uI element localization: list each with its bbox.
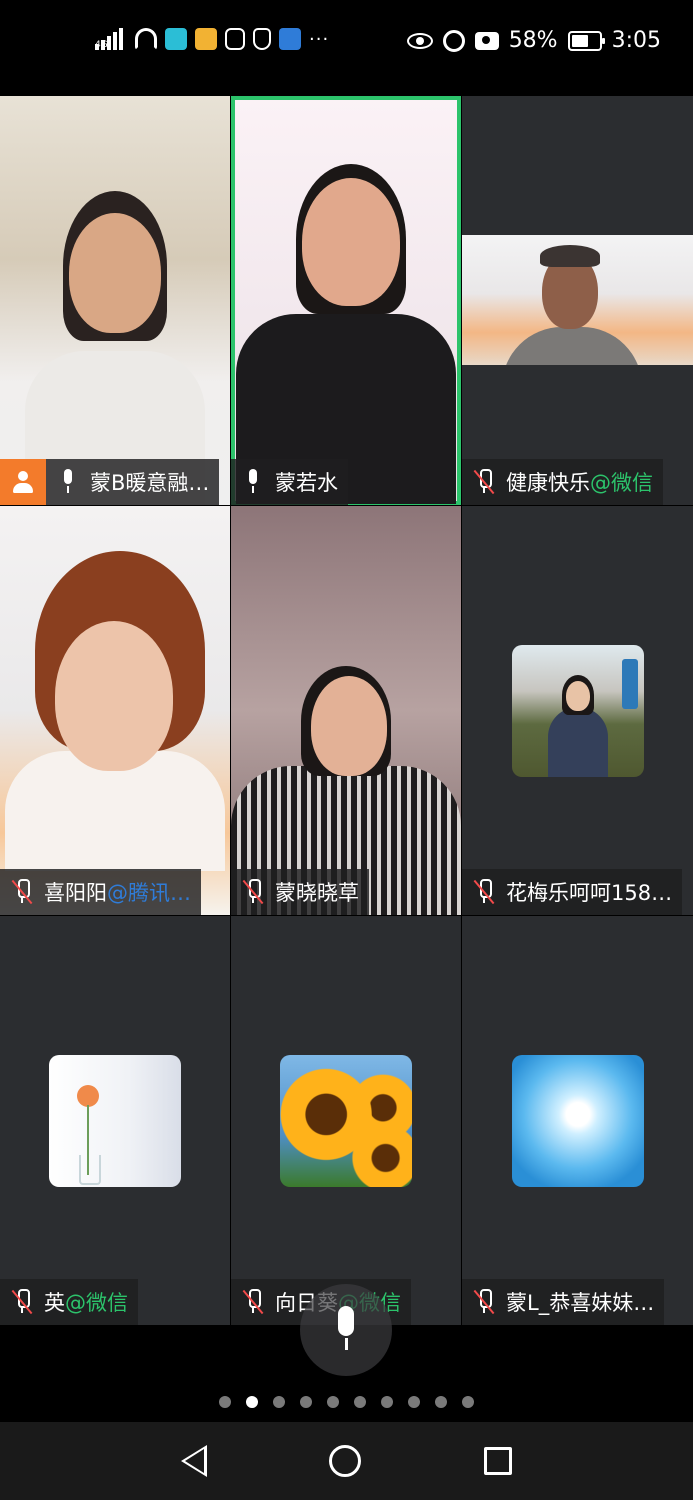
recent-apps-icon[interactable] <box>483 1447 512 1475</box>
microphone-toggle-button[interactable] <box>300 1284 392 1376</box>
status-right: 58% 3:05 <box>406 28 661 53</box>
participant-name: 英@微信 <box>44 1291 128 1315</box>
participant-label: 蒙L_恭喜妹妹… <box>462 1279 665 1325</box>
page-indicator[interactable] <box>0 1396 693 1408</box>
participant-name: 蒙B暖意融… <box>90 471 210 495</box>
alarm-icon <box>442 29 465 52</box>
wifi-icon <box>135 28 157 50</box>
participant-avatar <box>280 1054 412 1187</box>
mic-muted-icon <box>473 1289 495 1315</box>
participant-video <box>462 235 693 365</box>
more-notifications-indicator: ··· <box>309 28 330 50</box>
page-dot[interactable] <box>273 1396 285 1408</box>
participant-name: 健康快乐@微信 <box>506 471 653 495</box>
participant-tile-3[interactable]: 健康快乐@微信 <box>462 96 693 505</box>
platform-tag: @微信 <box>65 1291 128 1315</box>
participant-label: 喜阳阳@腾讯… <box>0 869 201 915</box>
platform-tag: @腾讯… <box>107 881 191 905</box>
participant-label: 蒙B暖意融… <box>0 459 220 505</box>
mic-muted-icon <box>11 879 33 905</box>
status-bar: 4G ··· 58% 3:05 <box>0 0 693 86</box>
host-icon <box>12 471 34 493</box>
page-dot[interactable] <box>381 1396 393 1408</box>
participant-avatar <box>49 1054 181 1187</box>
mic-icon <box>243 469 263 495</box>
participant-tile-4[interactable]: 喜阳阳@腾讯… <box>0 506 230 915</box>
mail-app-icon <box>195 28 217 50</box>
system-navigation-bar <box>0 1422 693 1500</box>
participant-name: 蒙若水 <box>275 471 338 495</box>
page-dot[interactable] <box>435 1396 447 1408</box>
participant-label: 蒙若水 <box>231 459 348 505</box>
mic-muted-icon <box>473 879 495 905</box>
participant-label: 蒙晓晓草 <box>231 869 369 915</box>
battery-icon <box>567 30 605 51</box>
page-dot[interactable] <box>462 1396 474 1408</box>
home-icon[interactable] <box>329 1445 362 1477</box>
mic-muted-icon <box>11 1289 33 1315</box>
camera-icon <box>474 31 499 50</box>
participant-label: 花梅乐呵呵158… <box>462 869 683 915</box>
participant-video <box>236 164 456 504</box>
hand-app-icon <box>225 28 245 50</box>
network-type: 4G <box>95 40 108 50</box>
status-left: 4G ··· <box>95 28 329 50</box>
host-badge <box>0 459 46 505</box>
battery-percent: 58% <box>508 28 558 53</box>
chat-app-icon <box>165 28 187 50</box>
page-dot-active[interactable] <box>246 1396 258 1408</box>
participant-tile-2[interactable]: 蒙若水 <box>231 96 461 505</box>
mic-muted-icon <box>242 879 264 905</box>
participant-tile-5[interactable]: 蒙晓晓草 <box>231 506 461 915</box>
mic-muted-icon <box>473 469 495 495</box>
participant-label: 英@微信 <box>0 1279 138 1325</box>
page-dot[interactable] <box>354 1396 366 1408</box>
participant-tile-6[interactable]: 花梅乐呵呵158… <box>462 506 693 915</box>
participant-label: 健康快乐@微信 <box>462 459 663 505</box>
page-dot[interactable] <box>327 1396 339 1408</box>
back-icon[interactable] <box>181 1445 208 1477</box>
participant-avatar <box>511 1054 644 1187</box>
mic-icon <box>58 469 78 495</box>
page-dot[interactable] <box>408 1396 420 1408</box>
shield-app-icon <box>253 28 271 50</box>
participant-name: 花梅乐呵呵158… <box>506 881 673 905</box>
participant-name: 蒙L_恭喜妹妹… <box>506 1291 655 1315</box>
page-dot[interactable] <box>219 1396 231 1408</box>
participant-grid: 蒙B暖意融… 蒙若水 健康快乐@微信 喜阳阳@腾讯… 蒙晓晓草 花梅乐呵呵158… <box>0 96 693 1326</box>
cloud-app-icon <box>279 28 301 50</box>
participant-tile-7[interactable]: 英@微信 <box>0 916 230 1325</box>
eye-icon <box>406 32 433 49</box>
participant-name: 喜阳阳@腾讯… <box>44 881 191 905</box>
participant-video <box>5 551 225 871</box>
participant-tile-8[interactable]: 向日葵@微信 <box>231 916 461 1325</box>
signal-icon: 4G <box>95 28 127 50</box>
page-dot[interactable] <box>300 1396 312 1408</box>
platform-tag: @微信 <box>590 471 653 495</box>
participant-name: 蒙晓晓草 <box>275 881 359 905</box>
participant-video <box>25 191 205 505</box>
mic-muted-icon <box>242 1289 264 1315</box>
clock-time: 3:05 <box>611 28 661 53</box>
participant-tile-1[interactable]: 蒙B暖意融… <box>0 96 230 505</box>
participant-avatar <box>511 644 644 777</box>
participant-tile-9[interactable]: 蒙L_恭喜妹妹… <box>462 916 693 1325</box>
